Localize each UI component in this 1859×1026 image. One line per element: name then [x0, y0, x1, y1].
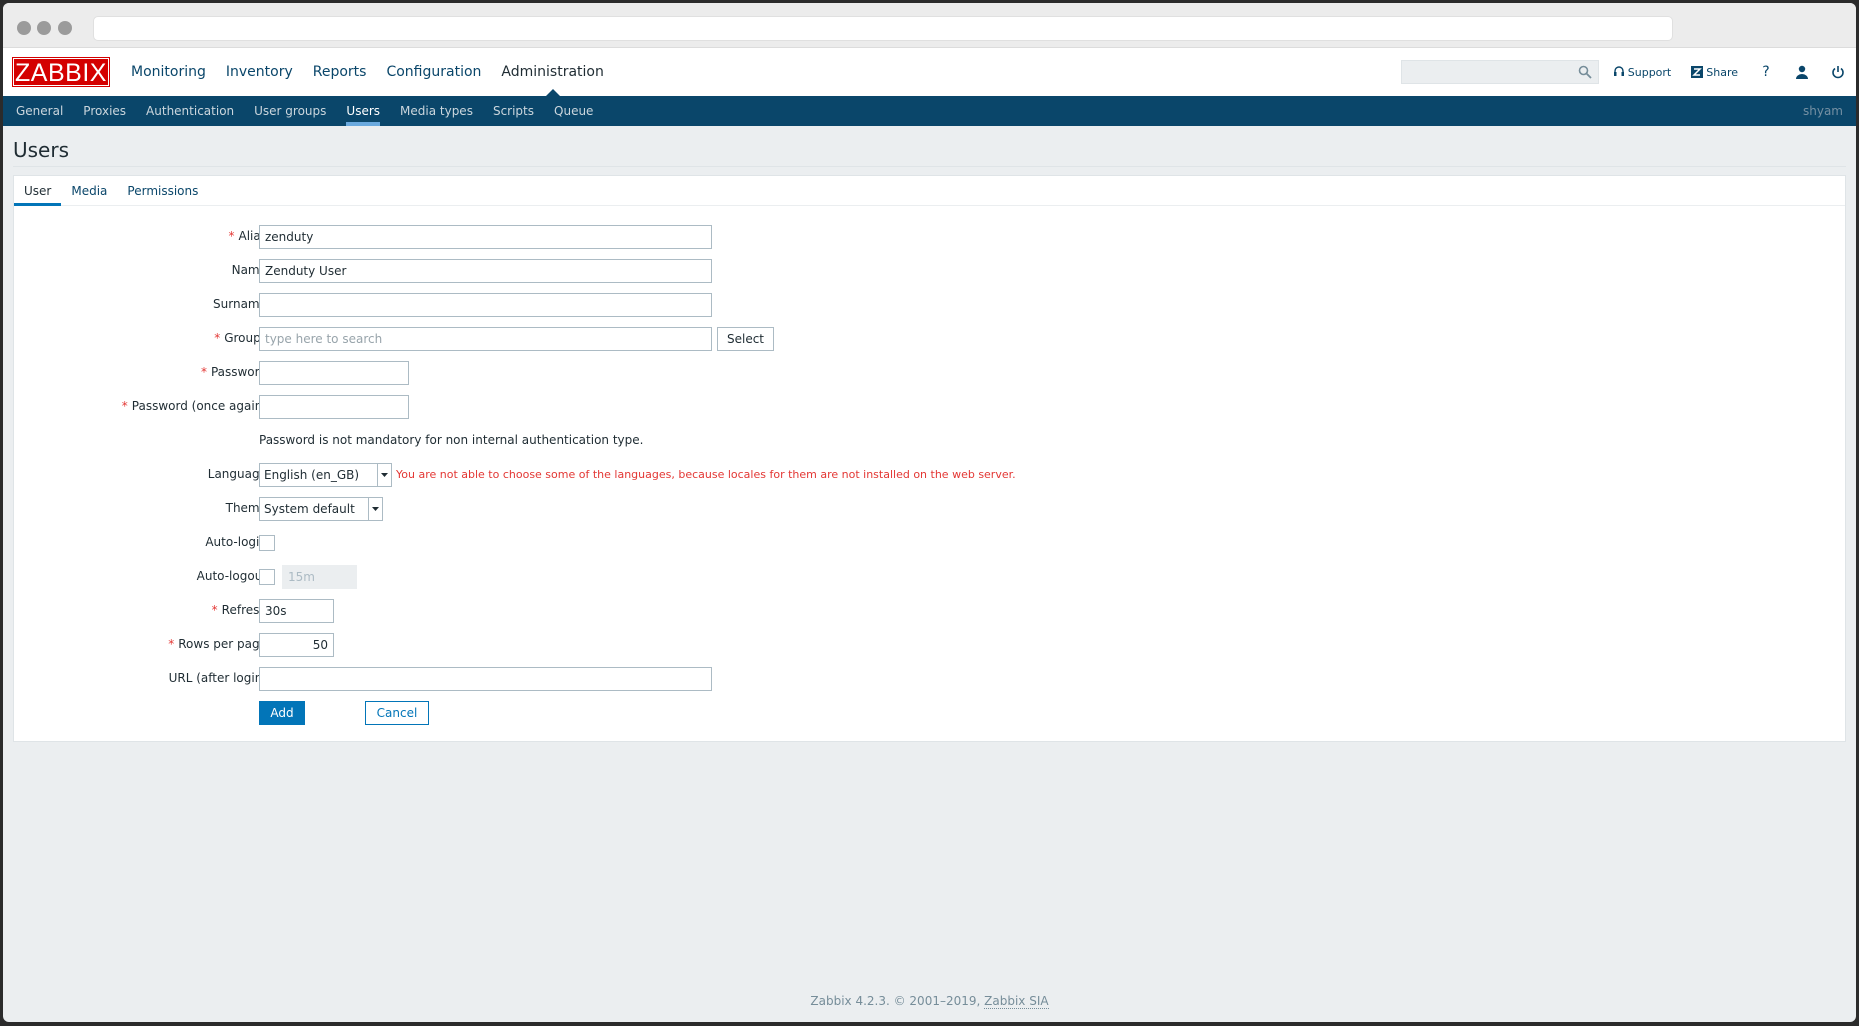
menu-reports[interactable]: Reports	[303, 48, 377, 96]
title-divider	[13, 166, 1846, 167]
add-button[interactable]: Add	[259, 701, 305, 725]
form-buttons-row: Add Cancel	[14, 701, 1845, 725]
subnav-users[interactable]: Users	[336, 96, 390, 126]
menu-configuration[interactable]: Configuration	[376, 48, 491, 96]
share-z-icon	[1691, 66, 1704, 78]
subnav-media-types[interactable]: Media types	[390, 96, 483, 126]
url-row: URL (after login)	[14, 667, 1845, 691]
autologout-label: Auto-logout	[196, 569, 267, 583]
name-input[interactable]	[259, 259, 712, 283]
browser-chrome	[3, 3, 1856, 48]
password-again-row: * Password (once again)	[14, 395, 1845, 419]
footer-zabbix-sia-link[interactable]: Zabbix SIA	[984, 994, 1049, 1009]
theme-select[interactable]: System default	[259, 497, 383, 521]
zabbix-logo[interactable]: ZABBIX	[12, 57, 110, 87]
support-link[interactable]: Support	[1613, 66, 1671, 79]
subnav-scripts[interactable]: Scripts	[483, 96, 544, 126]
language-value: English (en_GB)	[264, 468, 360, 482]
menu-administration[interactable]: Administration	[491, 48, 613, 96]
share-label: Share	[1706, 65, 1738, 79]
subnav-proxies[interactable]: Proxies	[73, 96, 136, 126]
required-marker: *	[214, 331, 221, 345]
password-note-row: Password is not mandatory for non intern…	[14, 429, 1845, 453]
theme-row: Theme System default	[14, 497, 1845, 521]
search-icon[interactable]	[1578, 65, 1592, 79]
groups-search-input[interactable]	[259, 327, 712, 351]
required-marker: *	[228, 229, 235, 243]
url-input[interactable]	[259, 667, 712, 691]
menu-inventory[interactable]: Inventory	[216, 48, 303, 96]
subnav-general[interactable]: General	[6, 96, 73, 126]
autologin-row: Auto-login	[14, 531, 1845, 555]
browser-window: ZABBIX Monitoring Inventory Reports Conf…	[3, 3, 1856, 1022]
sub-navigation: General Proxies Authentication User grou…	[3, 96, 1856, 126]
chevron-down-icon	[368, 498, 382, 520]
groups-control: Select	[259, 327, 779, 351]
required-marker: *	[168, 637, 175, 651]
language-control: English (en_GB) You are not able to choo…	[259, 463, 1016, 487]
cancel-button[interactable]: Cancel	[365, 701, 429, 725]
help-icon[interactable]: ?	[1758, 64, 1774, 80]
surname-input[interactable]	[259, 293, 712, 317]
chevron-down-icon	[377, 464, 391, 486]
top-navigation: ZABBIX Monitoring Inventory Reports Conf…	[3, 48, 1856, 96]
main-menu: Monitoring Inventory Reports Configurati…	[121, 48, 614, 96]
required-marker: *	[200, 365, 207, 379]
menu-monitoring[interactable]: Monitoring	[121, 48, 216, 96]
window-close-dot[interactable]	[17, 21, 31, 35]
subnav-user-groups[interactable]: User groups	[244, 96, 336, 126]
url-label: URL (after login)	[168, 671, 267, 685]
autologin-checkbox[interactable]	[259, 535, 275, 551]
tab-media[interactable]: Media	[61, 176, 117, 205]
window-minimize-dot[interactable]	[37, 21, 51, 35]
subnav-authentication[interactable]: Authentication	[136, 96, 244, 126]
password-label: * Password	[200, 365, 267, 379]
support-label: Support	[1627, 65, 1672, 79]
name-row: Name	[14, 259, 1845, 283]
tab-user[interactable]: User	[14, 176, 62, 206]
language-warning: You are not able to choose some of the l…	[396, 468, 1016, 481]
alias-input[interactable]	[259, 225, 712, 249]
refresh-input[interactable]	[259, 599, 334, 623]
refresh-row: * Refresh	[14, 599, 1845, 623]
password-again-input[interactable]	[259, 395, 409, 419]
global-search	[1400, 60, 1599, 84]
autologout-checkbox[interactable]	[259, 569, 275, 585]
tab-permissions[interactable]: Permissions	[117, 176, 208, 205]
user-form-panel: User Media Permissions *Alias Name Surna…	[13, 175, 1846, 742]
top-right-tools: Support Share ?	[1400, 48, 1856, 96]
autologout-input	[282, 565, 357, 589]
window-maximize-dot[interactable]	[58, 21, 72, 35]
alias-row: * Alias	[14, 225, 1845, 249]
rows-per-page-row: * Rows per page	[14, 633, 1845, 657]
language-row: Language English (en_GB) You are not abl…	[14, 463, 1845, 487]
page-title: Users	[13, 138, 70, 162]
groups-row: *Groups Select	[14, 327, 1845, 351]
form-tabs: User Media Permissions	[14, 176, 1845, 206]
rows-per-page-input[interactable]	[259, 633, 334, 657]
password-note: Password is not mandatory for non intern…	[259, 433, 644, 447]
current-username: shyam	[1802, 104, 1843, 118]
password-again-label: * Password (once again)	[121, 399, 267, 413]
groups-select-button[interactable]: Select	[717, 327, 774, 351]
user-profile-icon[interactable]	[1794, 64, 1810, 80]
surname-row: Surname	[14, 293, 1845, 317]
page-footer: Zabbix 4.2.3. © 2001–2019, Zabbix SIA	[3, 994, 1856, 1009]
address-bar[interactable]	[93, 16, 1673, 41]
rows-per-page-label: * Rows per page	[168, 637, 267, 651]
autologin-label: Auto-login	[205, 535, 267, 549]
share-link[interactable]: Share	[1691, 66, 1738, 79]
autologout-row: Auto-logout	[14, 565, 1845, 589]
subnav-queue[interactable]: Queue	[544, 96, 603, 126]
required-marker: *	[121, 399, 128, 413]
password-input[interactable]	[259, 361, 409, 385]
footer-text: Zabbix 4.2.3. © 2001–2019,	[810, 994, 981, 1008]
headset-icon	[1613, 66, 1624, 76]
theme-value: System default	[264, 502, 355, 516]
logout-power-icon[interactable]	[1830, 64, 1846, 80]
required-marker: *	[211, 603, 218, 617]
password-row: * Password	[14, 361, 1845, 385]
search-input[interactable]	[1401, 61, 1572, 83]
language-select[interactable]: English (en_GB)	[259, 463, 392, 487]
